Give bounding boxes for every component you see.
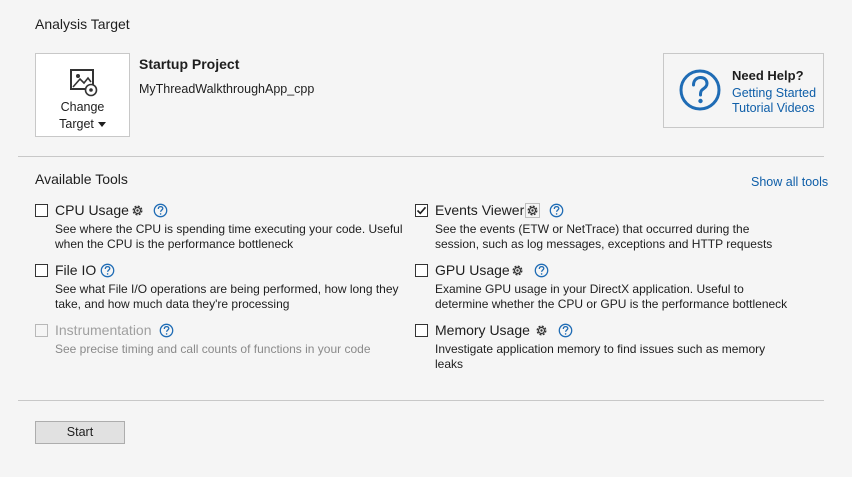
- help-question-icon: [679, 69, 721, 111]
- startup-project-name: MyThreadWalkthroughApp_cpp: [139, 82, 315, 96]
- instrumentation-description: See precise timing and call counts of fu…: [55, 342, 371, 356]
- tool-file-io: File IO See what File I/O operations are…: [35, 262, 405, 312]
- gpu-usage-label: GPU Usage: [435, 262, 510, 278]
- cpu-usage-description: See where the CPU is spending time execu…: [55, 222, 403, 251]
- tool-instrumentation: Instrumentation See precise timing and c…: [35, 322, 405, 362]
- file-io-label: File IO: [55, 262, 97, 278]
- show-all-tools-link[interactable]: Show all tools: [751, 175, 828, 189]
- gear-icon[interactable]: [130, 203, 145, 218]
- tool-gpu-usage: GPU Usage Examine GPU usage in your Dire…: [415, 262, 795, 312]
- need-help-panel: Need Help? Getting Started Tutorial Vide…: [663, 53, 824, 128]
- gpu-usage-checkbox[interactable]: [415, 264, 428, 277]
- tool-memory-usage: Memory Usage Investigate application mem…: [415, 322, 795, 372]
- startup-project-title: Startup Project: [139, 56, 240, 72]
- help-icon[interactable]: [153, 203, 168, 218]
- events-viewer-label: Events Viewer: [435, 202, 525, 218]
- cpu-usage-checkbox[interactable]: [35, 204, 48, 217]
- dropdown-caret-icon: [97, 122, 106, 128]
- available-tools-heading: Available Tools: [35, 171, 128, 187]
- memory-usage-checkbox[interactable]: [415, 324, 428, 337]
- start-button[interactable]: Start: [35, 421, 125, 444]
- getting-started-link[interactable]: Getting Started: [732, 86, 816, 100]
- gear-icon[interactable]: [510, 263, 525, 278]
- section-divider: [18, 156, 824, 157]
- instrumentation-checkbox[interactable]: [35, 324, 48, 337]
- change-target-button[interactable]: Change Target: [35, 53, 130, 137]
- change-target-label-line2: Target: [59, 117, 94, 131]
- section-divider: [18, 400, 824, 401]
- help-icon[interactable]: [159, 323, 174, 338]
- tool-events-viewer: Events Viewer See the events (ETW or Net…: [415, 202, 795, 252]
- cpu-usage-label: CPU Usage: [55, 202, 129, 218]
- help-icon[interactable]: [558, 323, 573, 338]
- help-icon[interactable]: [534, 263, 549, 278]
- instrumentation-label: Instrumentation: [55, 322, 152, 338]
- events-viewer-checkbox[interactable]: [415, 204, 428, 217]
- analysis-target-heading: Analysis Target: [35, 16, 130, 32]
- file-io-description: See what File I/O operations are being p…: [55, 282, 399, 311]
- need-help-title: Need Help?: [732, 68, 804, 83]
- tutorial-videos-link[interactable]: Tutorial Videos: [732, 101, 815, 115]
- gpu-usage-description: Examine GPU usage in your DirectX applic…: [435, 282, 788, 311]
- help-icon[interactable]: [100, 263, 115, 278]
- memory-usage-label: Memory Usage: [435, 322, 530, 338]
- gear-icon[interactable]: [525, 203, 540, 218]
- memory-usage-description: Investigate application memory to find i…: [435, 342, 766, 371]
- change-target-icon: [70, 69, 98, 97]
- file-io-checkbox[interactable]: [35, 264, 48, 277]
- tool-cpu-usage: CPU Usage See where the CPU is spending …: [35, 202, 405, 252]
- events-viewer-description: See the events (ETW or NetTrace) that oc…: [435, 222, 773, 251]
- help-icon[interactable]: [549, 203, 564, 218]
- gear-icon[interactable]: [534, 323, 549, 338]
- change-target-label-line1: Change: [60, 100, 105, 114]
- checkmark-icon: [416, 206, 427, 215]
